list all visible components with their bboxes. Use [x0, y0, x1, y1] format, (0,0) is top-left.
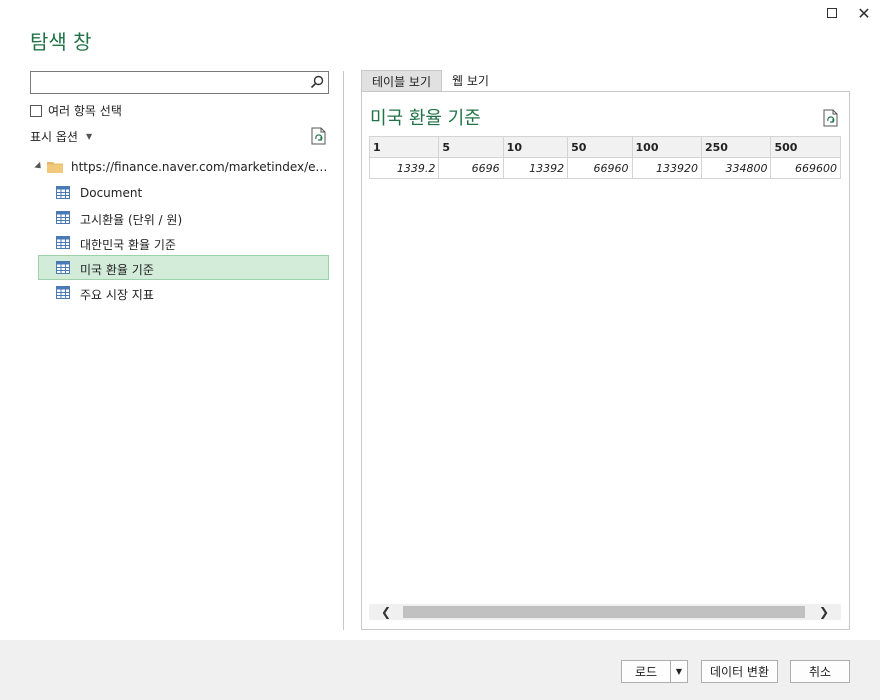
table-cell[interactable]: 13392 — [502, 157, 569, 179]
chevron-down-icon: ▼ — [85, 132, 93, 141]
multi-select-checkbox[interactable] — [30, 104, 42, 117]
table-icon — [56, 186, 70, 199]
table-icon — [56, 236, 70, 249]
table-cell[interactable]: 6696 — [438, 157, 504, 179]
column-header[interactable]: 500 — [770, 136, 841, 158]
tree-item-label: 주요 시장 지표 — [80, 288, 154, 302]
column-header[interactable]: 10 — [502, 136, 569, 158]
table-cell[interactable]: 66960 — [567, 157, 633, 179]
search-icon[interactable] — [310, 75, 324, 89]
horizontal-scrollbar[interactable]: ❮ ❯ — [369, 604, 841, 620]
tree-item-label: 대한민국 환율 기준 — [80, 238, 176, 252]
tree-root-label: https://finance.naver.com/marketindex/ex… — [71, 160, 328, 174]
refresh-icon[interactable] — [311, 127, 327, 145]
table-header-row: 1 5 10 50 100 250 500 — [369, 136, 841, 158]
tree-item-us-rate[interactable]: 미국 환율 기준 — [38, 255, 329, 280]
tree-item-korea-rate[interactable]: 대한민국 환율 기준 — [38, 230, 329, 255]
tree-item-label: 고시환율 (단위 / 원) — [80, 213, 183, 227]
tree-item-market-index[interactable]: 주요 시장 지표 — [38, 280, 329, 305]
table-icon — [56, 286, 70, 299]
column-header[interactable]: 100 — [631, 136, 702, 158]
multi-select-label: 여러 항목 선택 — [48, 104, 122, 118]
table-icon — [56, 211, 70, 224]
view-tabs: 테이블 보기 웹 보기 — [361, 70, 499, 91]
column-header[interactable]: 5 — [438, 136, 504, 158]
tree-item-label: 미국 환율 기준 — [80, 263, 154, 277]
close-button[interactable]: ✕ — [853, 4, 875, 23]
maximize-button[interactable] — [821, 4, 843, 22]
tree-item-notice-rate[interactable]: 고시환율 (단위 / 원) — [38, 205, 329, 230]
table-icon — [56, 261, 70, 274]
column-header[interactable]: 50 — [567, 136, 633, 158]
table-cell[interactable]: 1339.2 — [369, 157, 440, 179]
transform-data-button[interactable]: 데이터 변환 — [701, 660, 778, 683]
load-button[interactable]: 로드 — [621, 660, 671, 683]
table-cell[interactable]: 334800 — [700, 157, 772, 179]
scroll-right-icon[interactable]: ❯ — [809, 605, 839, 619]
scroll-left-icon[interactable]: ❮ — [371, 605, 401, 619]
table-cell[interactable]: 133920 — [631, 157, 702, 179]
preview-table-container: 1 5 10 50 100 250 500 1339.2 6696 13392 … — [369, 136, 841, 179]
preview-table: 1 5 10 50 100 250 500 1339.2 6696 13392 … — [369, 136, 841, 179]
dialog-footer: 로드 ▼ 데이터 변환 취소 — [0, 640, 880, 700]
display-options-label: 표시 옵션 — [30, 130, 78, 144]
tree-item-document[interactable]: Document — [38, 180, 329, 205]
preview-panel: 미국 환율 기준 1 5 10 50 100 250 500 1339.2 66… — [361, 91, 850, 630]
table-cell[interactable]: 669600 — [770, 157, 841, 179]
search-box[interactable] — [30, 71, 329, 94]
tab-table-view[interactable]: 테이블 보기 — [361, 70, 443, 91]
cancel-button[interactable]: 취소 — [790, 660, 850, 683]
multi-select-option[interactable]: 여러 항목 선택 — [30, 102, 122, 119]
panel-divider[interactable] — [343, 71, 344, 630]
column-header[interactable]: 250 — [700, 136, 772, 158]
table-row: 1339.2 6696 13392 66960 133920 334800 66… — [369, 157, 841, 179]
search-input[interactable] — [31, 72, 301, 93]
navigator-tree: https://finance.naver.com/marketindex/ex… — [30, 155, 330, 305]
tab-web-view[interactable]: 웹 보기 — [442, 70, 499, 91]
tree-item-label: Document — [80, 186, 143, 200]
expand-arrow-icon[interactable] — [34, 161, 44, 172]
scrollbar-thumb[interactable] — [403, 606, 805, 618]
column-header[interactable]: 1 — [369, 136, 440, 158]
tree-root-node[interactable]: https://finance.naver.com/marketindex/ex… — [30, 155, 330, 180]
display-options-dropdown[interactable]: 표시 옵션 ▼ — [30, 128, 92, 145]
dialog-title: 탐색 창 — [30, 30, 92, 54]
preview-title: 미국 환율 기준 — [370, 108, 481, 129]
refresh-preview-icon[interactable] — [823, 109, 839, 127]
load-dropdown-button[interactable]: ▼ — [670, 660, 688, 683]
maximize-icon — [827, 8, 837, 18]
folder-icon — [47, 162, 63, 173]
